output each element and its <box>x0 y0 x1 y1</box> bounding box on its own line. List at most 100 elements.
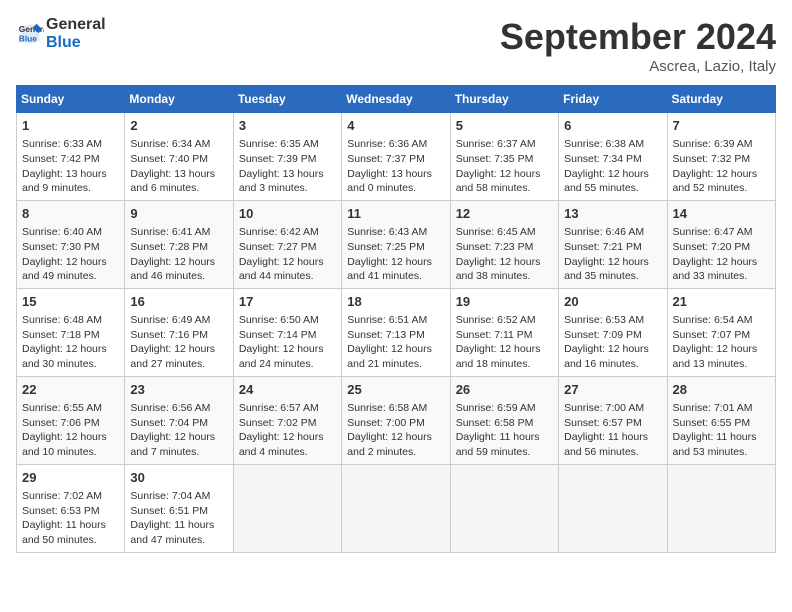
sunrise: Sunrise: 6:57 AM <box>239 402 319 414</box>
calendar-cell: 28Sunrise: 7:01 AMSunset: 6:55 PMDayligh… <box>667 376 775 464</box>
daylight: Daylight: 12 hours and 30 minutes. <box>22 343 107 370</box>
day-number: 15 <box>22 293 119 311</box>
day-number: 3 <box>239 117 336 135</box>
day-number: 26 <box>456 381 553 399</box>
day-number: 4 <box>347 117 444 135</box>
calendar-cell: 12Sunrise: 6:45 AMSunset: 7:23 PMDayligh… <box>450 200 558 288</box>
calendar-cell: 23Sunrise: 6:56 AMSunset: 7:04 PMDayligh… <box>125 376 233 464</box>
day-number: 20 <box>564 293 661 311</box>
calendar-cell: 30Sunrise: 7:04 AMSunset: 6:51 PMDayligh… <box>125 464 233 552</box>
sunrise: Sunrise: 6:58 AM <box>347 402 427 414</box>
sunset: Sunset: 6:51 PM <box>130 505 208 517</box>
day-number: 13 <box>564 205 661 223</box>
day-number: 17 <box>239 293 336 311</box>
sunrise: Sunrise: 7:01 AM <box>673 402 753 414</box>
sunset: Sunset: 7:02 PM <box>239 417 317 429</box>
daylight: Daylight: 12 hours and 16 minutes. <box>564 343 649 370</box>
sunrise: Sunrise: 6:40 AM <box>22 226 102 238</box>
sunset: Sunset: 7:16 PM <box>130 329 208 341</box>
sunrise: Sunrise: 6:46 AM <box>564 226 644 238</box>
daylight: Daylight: 12 hours and 21 minutes. <box>347 343 432 370</box>
sunrise: Sunrise: 6:34 AM <box>130 138 210 150</box>
weekday-header-row: SundayMondayTuesdayWednesdayThursdayFrid… <box>17 86 776 113</box>
calendar-cell: 14Sunrise: 6:47 AMSunset: 7:20 PMDayligh… <box>667 200 775 288</box>
daylight: Daylight: 13 hours and 3 minutes. <box>239 168 324 195</box>
calendar-table: SundayMondayTuesdayWednesdayThursdayFrid… <box>16 85 776 553</box>
day-number: 16 <box>130 293 227 311</box>
sunset: Sunset: 7:09 PM <box>564 329 642 341</box>
calendar-cell: 11Sunrise: 6:43 AMSunset: 7:25 PMDayligh… <box>342 200 450 288</box>
day-number: 22 <box>22 381 119 399</box>
sunrise: Sunrise: 6:59 AM <box>456 402 536 414</box>
calendar-cell: 6Sunrise: 6:38 AMSunset: 7:34 PMDaylight… <box>559 113 667 201</box>
daylight: Daylight: 12 hours and 27 minutes. <box>130 343 215 370</box>
calendar-week-row: 29 Sunrise: 7:02 AM Sunset: 6:53 PM Dayligh… <box>17 464 776 552</box>
daylight: Daylight: 12 hours and 49 minutes. <box>22 256 107 283</box>
day-number: 25 <box>347 381 444 399</box>
daylight: Daylight: 12 hours and 38 minutes. <box>456 256 541 283</box>
calendar-cell: 21Sunrise: 6:54 AMSunset: 7:07 PMDayligh… <box>667 288 775 376</box>
daylight: Daylight: 11 hours and 59 minutes. <box>456 431 540 458</box>
calendar-cell: 19Sunrise: 6:52 AMSunset: 7:11 PMDayligh… <box>450 288 558 376</box>
sunset: Sunset: 7:30 PM <box>22 241 100 253</box>
daylight: Daylight: 12 hours and 13 minutes. <box>673 343 758 370</box>
day-number: 23 <box>130 381 227 399</box>
daylight: Daylight: 11 hours and 56 minutes. <box>564 431 648 458</box>
sunset: Sunset: 7:28 PM <box>130 241 208 253</box>
sunrise: Sunrise: 6:41 AM <box>130 226 210 238</box>
daylight: Daylight: 12 hours and 46 minutes. <box>130 256 215 283</box>
sunrise: Sunrise: 6:45 AM <box>456 226 536 238</box>
weekday-header: Thursday <box>450 86 558 113</box>
sunset: Sunset: 7:34 PM <box>564 153 642 165</box>
sunset: Sunset: 6:53 PM <box>22 505 100 517</box>
sunrise: Sunrise: 6:42 AM <box>239 226 319 238</box>
daylight: Daylight: 11 hours and 50 minutes. <box>22 519 106 546</box>
sunset: Sunset: 7:23 PM <box>456 241 534 253</box>
logo-general: General <box>46 16 106 34</box>
sunset: Sunset: 7:00 PM <box>347 417 425 429</box>
daylight: Daylight: 12 hours and 33 minutes. <box>673 256 758 283</box>
daylight: Daylight: 11 hours and 53 minutes. <box>673 431 757 458</box>
sunset: Sunset: 7:14 PM <box>239 329 317 341</box>
sunrise: Sunrise: 7:04 AM <box>130 490 210 502</box>
calendar-cell: 5Sunrise: 6:37 AMSunset: 7:35 PMDaylight… <box>450 113 558 201</box>
day-number: 18 <box>347 293 444 311</box>
sunset: Sunset: 7:32 PM <box>673 153 751 165</box>
daylight: Daylight: 13 hours and 0 minutes. <box>347 168 432 195</box>
calendar-week-row: 8 Sunrise: 6:40 AM Sunset: 7:30 PM Daylight… <box>17 200 776 288</box>
day-number: 27 <box>564 381 661 399</box>
sunset: Sunset: 7:07 PM <box>673 329 751 341</box>
calendar-cell: 29 Sunrise: 7:02 AM Sunset: 6:53 PM Dayligh… <box>17 464 125 552</box>
weekday-header: Monday <box>125 86 233 113</box>
sunrise: Sunrise: 6:48 AM <box>22 314 102 326</box>
sunrise: Sunrise: 6:51 AM <box>347 314 427 326</box>
logo-icon: General Blue <box>16 20 44 48</box>
sunset: Sunset: 7:37 PM <box>347 153 425 165</box>
calendar-cell: 18Sunrise: 6:51 AMSunset: 7:13 PMDayligh… <box>342 288 450 376</box>
day-number: 2 <box>130 117 227 135</box>
sunrise: Sunrise: 7:02 AM <box>22 490 102 502</box>
day-number: 1 <box>22 117 119 135</box>
sunset: Sunset: 6:57 PM <box>564 417 642 429</box>
daylight: Daylight: 12 hours and 2 minutes. <box>347 431 432 458</box>
day-number: 9 <box>130 205 227 223</box>
weekday-header: Tuesday <box>233 86 341 113</box>
calendar-cell: 4Sunrise: 6:36 AMSunset: 7:37 PMDaylight… <box>342 113 450 201</box>
sunrise: Sunrise: 6:38 AM <box>564 138 644 150</box>
calendar-cell <box>559 464 667 552</box>
sunrise: Sunrise: 6:33 AM <box>22 138 102 150</box>
sunrise: Sunrise: 6:39 AM <box>673 138 753 150</box>
daylight: Daylight: 12 hours and 44 minutes. <box>239 256 324 283</box>
day-number: 8 <box>22 205 119 223</box>
sunset: Sunset: 7:11 PM <box>456 329 533 341</box>
daylight: Daylight: 12 hours and 52 minutes. <box>673 168 758 195</box>
calendar-cell <box>233 464 341 552</box>
sunrise: Sunrise: 6:37 AM <box>456 138 536 150</box>
calendar-cell: 27Sunrise: 7:00 AMSunset: 6:57 PMDayligh… <box>559 376 667 464</box>
calendar-cell: 13Sunrise: 6:46 AMSunset: 7:21 PMDayligh… <box>559 200 667 288</box>
title-block: September 2024 Ascrea, Lazio, Italy <box>500 16 776 75</box>
location: Ascrea, Lazio, Italy <box>500 58 776 75</box>
calendar-week-row: 1Sunrise: 6:33 AMSunset: 7:42 PMDaylight… <box>17 113 776 201</box>
calendar-cell: 8 Sunrise: 6:40 AM Sunset: 7:30 PM Daylight… <box>17 200 125 288</box>
day-number: 29 <box>22 469 119 487</box>
